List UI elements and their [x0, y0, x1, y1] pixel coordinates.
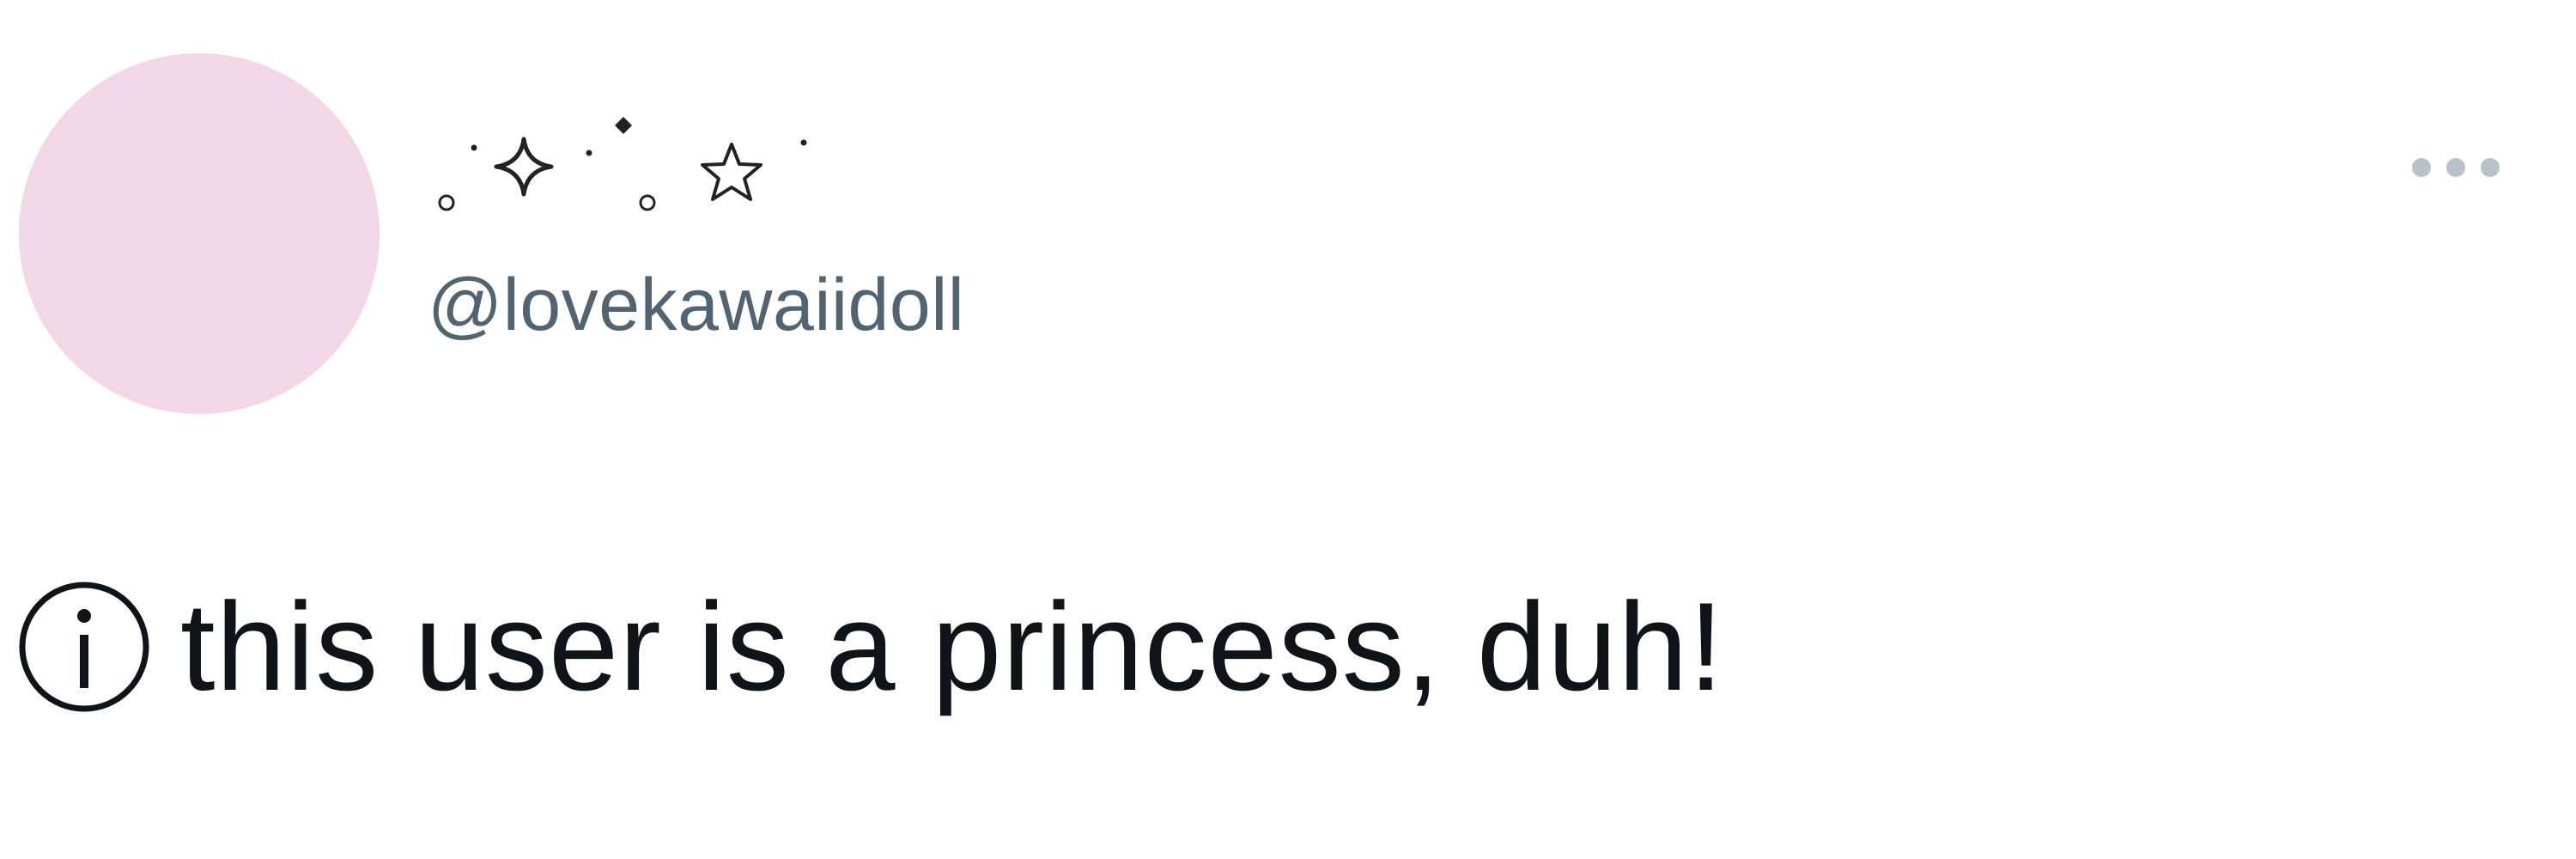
bio-text: this user is a princess, duh!: [180, 576, 1725, 716]
more-options-icon: [2412, 158, 2500, 177]
profile-bio: this user is a princess, duh!: [15, 574, 1724, 720]
more-options-button[interactable]: [2404, 146, 2507, 189]
info-icon: [15, 578, 153, 716]
sparkle-decoration-icon: [438, 117, 807, 211]
avatar[interactable]: [19, 53, 380, 414]
display-name: [421, 110, 850, 230]
user-handle[interactable]: @lovekawaiidoll: [428, 258, 964, 352]
profile-card: @lovekawaiidoll this user is a princess,…: [0, 0, 2576, 859]
